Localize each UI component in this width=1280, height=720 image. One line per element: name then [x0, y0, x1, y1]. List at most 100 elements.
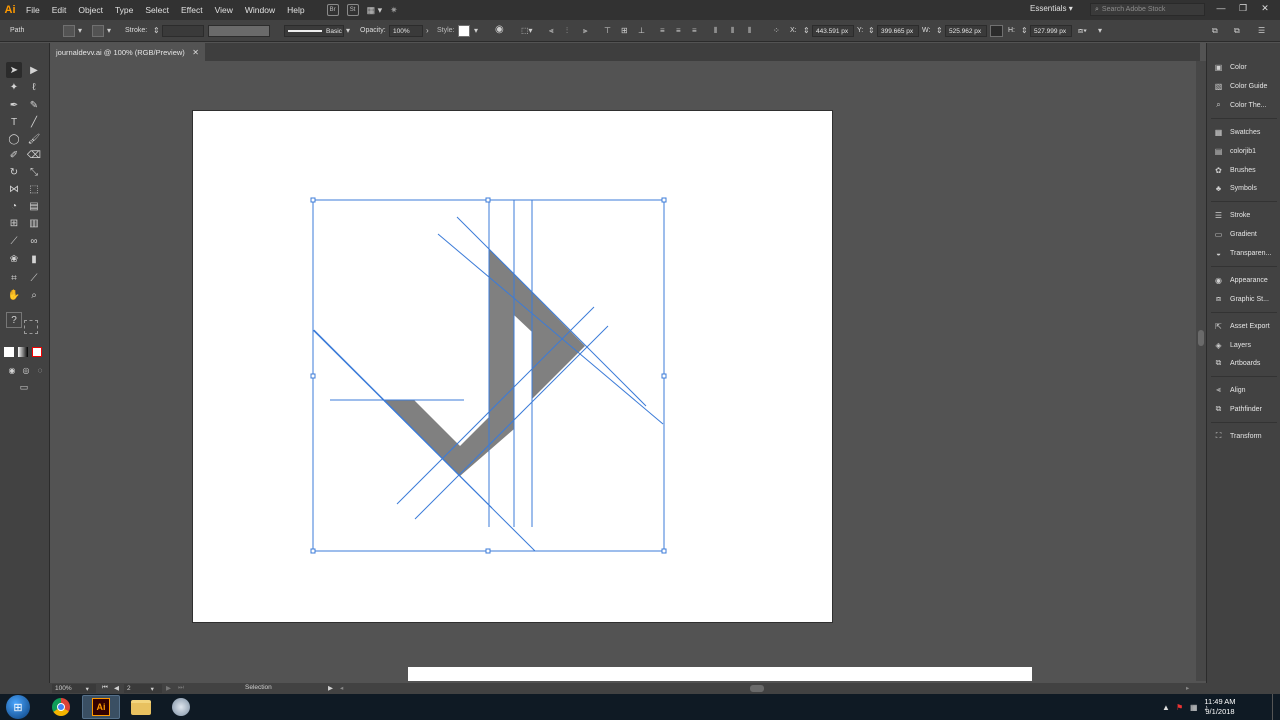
fill-swatch[interactable] — [63, 25, 75, 37]
panel-align[interactable]: ⫷ Align — [1213, 382, 1279, 398]
panel-transparency[interactable]: ◒ Transparen... — [1213, 245, 1279, 261]
distribute-vcenter-icon[interactable]: ≡ — [676, 26, 681, 35]
shape-builder-tool-icon[interactable]: ◔ — [6, 198, 22, 214]
y-stepper[interactable]: ⇕ — [868, 26, 875, 35]
scale-tool-icon[interactable]: ⤡ — [26, 164, 42, 180]
align-left-icon[interactable]: ⫷ — [549, 26, 554, 36]
zoom-tool-icon[interactable]: ⌕ — [26, 287, 42, 303]
direct-selection-tool-icon[interactable]: ▶ — [26, 62, 42, 78]
x-field[interactable]: 443.591 px — [812, 25, 854, 37]
artboard-2[interactable] — [408, 667, 1032, 681]
align-hcenter-icon[interactable]: ⫶ — [566, 26, 568, 36]
constrain-proportions-icon[interactable] — [990, 25, 1003, 37]
stroke-dropdown-icon[interactable]: ▾ — [107, 26, 111, 35]
eraser-tool-icon[interactable]: ⌫ — [26, 147, 42, 163]
gpu-performance-icon[interactable]: ✷ — [390, 5, 398, 16]
menu-view[interactable]: View — [209, 0, 239, 20]
stroke-swatch[interactable] — [92, 25, 104, 37]
minimize-button[interactable]: — — [1214, 3, 1228, 13]
brush-definition[interactable]: Basic — [284, 25, 344, 37]
distribute-top-icon[interactable]: ≡ — [660, 26, 665, 35]
panel-gradient[interactable]: ▭ Gradient — [1213, 226, 1279, 242]
menu-file[interactable]: File — [20, 0, 46, 20]
style-dropdown-icon[interactable]: ▾ — [474, 26, 478, 35]
fill-dropdown-icon[interactable]: ▾ — [78, 26, 82, 35]
taskbar-illustrator[interactable]: Ai — [82, 695, 120, 719]
h-stepper[interactable]: ⇕ — [1021, 26, 1028, 35]
taskbar-file-explorer[interactable] — [122, 695, 160, 719]
free-transform-tool-icon[interactable]: ⬚ — [26, 181, 42, 197]
width-tool-icon[interactable]: ⋈ — [6, 181, 22, 197]
ellipse-tool-icon[interactable]: ◯ — [6, 131, 22, 147]
panel-transform[interactable]: ⛶ Transform — [1213, 428, 1279, 444]
stroke-color-box[interactable] — [24, 320, 38, 334]
action-center-flag-icon[interactable]: ⚑ — [1176, 703, 1183, 712]
transform-options-icon[interactable]: ⧈▾ — [1078, 26, 1087, 36]
align-top-icon[interactable]: ⊤ — [604, 26, 611, 35]
distribute-right-icon[interactable]: ⦀ — [748, 26, 752, 36]
panel-color-guide[interactable]: ▧ Color Guide — [1213, 78, 1279, 94]
show-hidden-icons-icon[interactable]: ▲ — [1162, 703, 1170, 712]
arrange-icon[interactable]: ⧉ — [1212, 26, 1218, 36]
scroll-right-icon[interactable]: ▸ — [1186, 684, 1189, 692]
reference-point-icon[interactable]: ⁘ — [773, 26, 780, 35]
hand-tool-icon[interactable]: ✋ — [6, 287, 22, 303]
prev-artboard-icon[interactable]: ◀ — [114, 684, 119, 692]
eyedropper-tool-icon[interactable]: ⟋ — [6, 233, 22, 249]
menu-object[interactable]: Object — [72, 0, 109, 20]
brush-dropdown-icon[interactable]: ▾ — [346, 26, 350, 35]
show-desktop-button[interactable] — [1272, 694, 1280, 720]
control-menu-icon[interactable]: ▾ — [1098, 26, 1102, 35]
logo-shape[interactable] — [383, 249, 585, 476]
bridge-button[interactable]: Br — [326, 4, 339, 16]
opacity-field[interactable]: 100% — [389, 25, 423, 37]
opacity-chevron-icon[interactable]: › — [426, 26, 429, 35]
last-artboard-icon[interactable]: ⏭ — [178, 684, 184, 692]
none-mode-icon[interactable] — [32, 347, 42, 357]
canvas[interactable] — [50, 61, 1196, 681]
gradient-tool-icon[interactable]: ▥ — [26, 215, 42, 231]
stock-button[interactable]: St — [346, 4, 359, 16]
panel-color-themes[interactable]: ⌕ Color The... — [1213, 97, 1279, 113]
control-bar-menu-icon[interactable]: ☰ — [1258, 26, 1265, 35]
panel-stroke[interactable]: ☰ Stroke — [1213, 207, 1279, 223]
gradient-mode-icon[interactable] — [18, 347, 28, 357]
stroke-weight-field[interactable] — [162, 25, 204, 37]
panel-libraries[interactable]: ▤ colorjib1 — [1213, 143, 1279, 159]
selection-tool-icon[interactable]: ➤ — [6, 62, 22, 78]
taskbar-clock[interactable]: 11:49 AM 9/1/2018 — [1195, 697, 1245, 717]
w-stepper[interactable]: ⇕ — [936, 26, 943, 35]
status-menu-icon[interactable]: ▶ — [328, 684, 333, 692]
artwork[interactable] — [193, 111, 834, 624]
type-tool-icon[interactable]: T — [6, 114, 22, 130]
panel-color[interactable]: ▣ Color — [1213, 59, 1279, 75]
unknown-tool-icon[interactable]: ? — [6, 312, 22, 328]
draw-inside-icon[interactable]: ◌ — [32, 362, 48, 378]
column-graph-tool-icon[interactable]: ▮ — [26, 251, 42, 267]
panel-appearance[interactable]: ◉ Appearance — [1213, 272, 1279, 288]
rotate-tool-icon[interactable]: ↻ — [6, 164, 22, 180]
shaper-tool-icon[interactable]: ✐ — [6, 147, 22, 163]
line-tool-icon[interactable]: ╱ — [26, 114, 42, 130]
stroke-weight-stepper[interactable]: ⇕ — [153, 26, 160, 35]
variable-width-profile[interactable] — [208, 25, 270, 37]
align-to-selection-icon[interactable]: ⬚▾ — [521, 26, 533, 35]
start-button[interactable]: ⊞ — [6, 695, 30, 719]
paintbrush-tool-icon[interactable]: 🖌 — [26, 131, 42, 147]
curvature-tool-icon[interactable]: ✎ — [26, 97, 42, 113]
menu-window[interactable]: Window — [239, 0, 281, 20]
panel-artboards[interactable]: ⧉ Artboards — [1213, 355, 1279, 371]
distribute-bottom-icon[interactable]: ≡ — [692, 26, 697, 35]
blend-tool-icon[interactable]: ∞ — [26, 233, 42, 249]
symbol-sprayer-tool-icon[interactable]: ❀ — [6, 251, 22, 267]
document-tab[interactable]: journaldevv.ai @ 100% (RGB/Preview) ✕ — [50, 43, 205, 61]
screen-mode-icon[interactable]: ▭ — [16, 379, 32, 395]
menu-effect[interactable]: Effect — [175, 0, 209, 20]
restore-button[interactable]: ❐ — [1236, 3, 1250, 14]
distribute-hcenter-icon[interactable]: ⦀ — [731, 26, 735, 36]
arrange-documents-icon[interactable]: ▦ ▾ — [367, 5, 383, 16]
x-stepper[interactable]: ⇕ — [803, 26, 810, 35]
panel-swatches[interactable]: ▦ Swatches — [1213, 124, 1279, 140]
artboard-number-field[interactable]: 2 ▾ — [124, 684, 162, 693]
menu-help[interactable]: Help — [281, 0, 310, 20]
